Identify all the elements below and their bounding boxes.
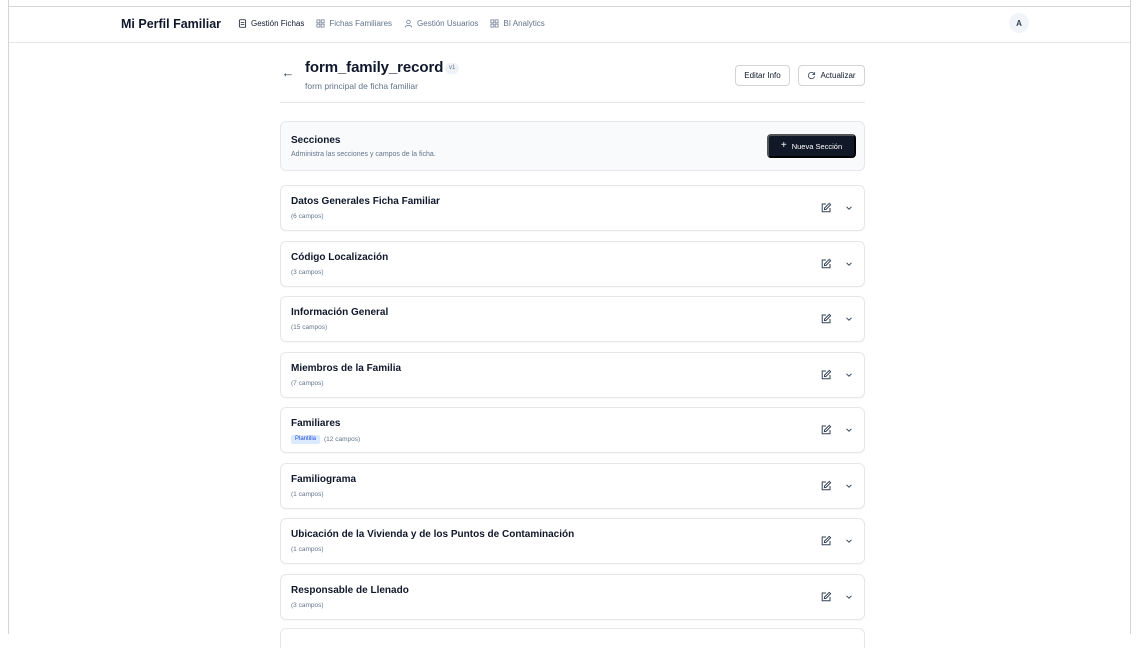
chevron-down-icon[interactable] [845, 371, 853, 379]
edit-icon[interactable] [820, 480, 832, 492]
nav-link-label: Gestión Usuarios [417, 19, 479, 28]
section-list: Datos Generales Ficha Familiar (6 campos… [280, 185, 865, 629]
new-section-button[interactable]: + Nueva Sección [767, 134, 856, 158]
page-title: form_family_record [305, 59, 444, 76]
edit-icon[interactable] [820, 591, 832, 603]
section-meta: (3 campos) [291, 602, 324, 609]
section-name: Código Localización [291, 251, 389, 263]
section-meta: (1 campos) [291, 491, 324, 498]
section-item[interactable]: Datos Generales Ficha Familiar (6 campos… [280, 185, 865, 231]
section-meta: (7 campos) [291, 380, 324, 387]
edit-icon[interactable] [820, 202, 832, 214]
nav-link-fichas-familiares[interactable]: Fichas Familiares [316, 19, 392, 28]
page-subtitle: form principal de ficha familiar [305, 81, 418, 91]
brand-title[interactable]: Mi Perfil Familiar [121, 17, 221, 31]
sections-title: Secciones [291, 135, 341, 146]
edit-icon[interactable] [820, 258, 832, 270]
window-right-edge [1130, 0, 1137, 634]
section-meta: (6 campos) [291, 213, 324, 220]
section-meta: Plantilla (12 campos) [291, 435, 360, 444]
edit-icon[interactable] [820, 313, 832, 325]
window-top-edge [0, 0, 1137, 7]
section-meta: (1 campos) [291, 546, 324, 553]
chevron-down-icon[interactable] [845, 260, 853, 268]
chevron-down-icon[interactable] [845, 537, 853, 545]
grid-icon [490, 19, 499, 28]
section-field-count: (7 campos) [291, 379, 324, 387]
section-field-count: (15 campos) [291, 324, 328, 331]
edit-icon[interactable] [820, 369, 832, 381]
section-name: Familiares [291, 418, 341, 429]
section-field-count: (1 campos) [291, 490, 324, 498]
avatar[interactable]: A [1009, 13, 1029, 33]
section-item-partial[interactable] [280, 628, 865, 648]
refresh-icon [808, 72, 816, 80]
section-field-count: (3 campos) [291, 268, 324, 276]
refresh-button[interactable]: Actualizar [798, 65, 865, 86]
nav-link-label: BI Analytics [503, 19, 545, 28]
top-navbar: Mi Perfil Familiar Gestión Fichas Fichas… [9, 7, 1130, 43]
nav-link-label: Gestión Fichas [251, 19, 305, 28]
nav-link-label: Fichas Familiares [329, 19, 393, 28]
edit-info-label: Editar Info [744, 71, 781, 80]
section-name: Datos Generales Ficha Familiar [291, 196, 440, 207]
edit-icon[interactable] [820, 535, 832, 547]
section-item[interactable]: Responsable de Llenado (3 campos) [280, 573, 865, 620]
section-field-count: (1 campos) [291, 546, 324, 553]
template-badge: Plantilla [291, 435, 321, 444]
section-item[interactable]: Familiograma (1 campos) [280, 462, 865, 509]
section-field-count: (12 campos) [324, 436, 361, 443]
nav-link-bi-analytics[interactable]: BI Analytics [490, 19, 545, 28]
edit-icon[interactable] [820, 424, 832, 436]
user-icon [404, 19, 413, 28]
section-name: Responsable de Llenado [291, 584, 409, 596]
grid-icon [316, 19, 325, 28]
version-badge: v1 [445, 63, 460, 74]
section-meta: (3 campos) [291, 269, 324, 276]
section-item[interactable]: Miembros de la Familia (7 campos) [280, 351, 865, 398]
chevron-down-icon[interactable] [845, 204, 853, 212]
form-header: ← form_family_record v1 form principal d… [280, 50, 865, 103]
section-field-count: (6 campos) [291, 213, 324, 220]
chevron-down-icon[interactable] [845, 482, 853, 490]
section-name: Familiograma [291, 473, 357, 485]
section-meta: (15 campos) [291, 324, 327, 331]
chevron-down-icon[interactable] [845, 593, 853, 601]
chevron-down-icon[interactable] [845, 426, 853, 434]
back-arrow-icon[interactable]: ← [280, 64, 296, 80]
section-field-count: (3 campos) [291, 601, 324, 609]
edit-info-button[interactable]: Editar Info [735, 65, 790, 86]
section-name: Información General [291, 307, 389, 318]
nav-link-gestion-usuarios[interactable]: Gestión Usuarios [404, 19, 478, 28]
document-icon [238, 19, 247, 28]
section-name: Ubicación de la Vivienda y de los Puntos… [291, 529, 575, 540]
chevron-down-icon[interactable] [845, 315, 853, 323]
nav-link-gestion-fichas[interactable]: Gestión Fichas [238, 19, 304, 28]
plus-icon: + [780, 140, 787, 151]
main-content: ← form_family_record v1 form principal d… [280, 50, 865, 648]
refresh-label: Actualizar [820, 71, 856, 80]
nav-links: Gestión Fichas Fichas Familiares Gestión… [238, 19, 545, 28]
section-item[interactable]: Familiares Plantilla (12 campos) [280, 407, 865, 453]
window-left-edge [0, 0, 9, 634]
sections-panel: Secciones Administra las secciones y cam… [280, 121, 865, 171]
section-item[interactable]: Código Localización (3 campos) [280, 240, 865, 287]
section-item[interactable]: Ubicación de la Vivienda y de los Puntos… [280, 518, 865, 564]
new-section-label: Nueva Sección [791, 141, 843, 151]
section-name: Miembros de la Familia [291, 362, 402, 374]
section-item[interactable]: Información General (15 campos) [280, 296, 865, 342]
sections-description: Administra las secciones y campos de la … [291, 151, 436, 158]
